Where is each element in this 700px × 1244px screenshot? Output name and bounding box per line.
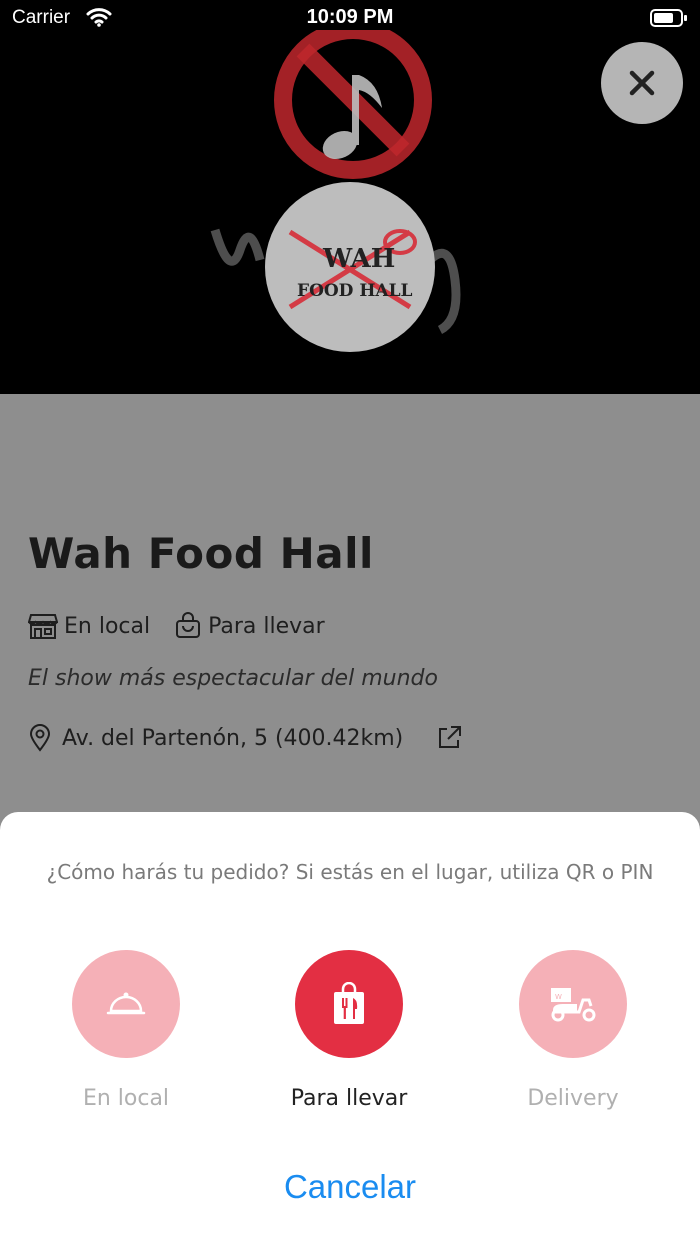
- hero-banner: WAH FOOD HALL: [0, 0, 700, 394]
- option-circle[interactable]: [72, 950, 180, 1058]
- sheet-prompt: ¿Cómo harás tu pedido? Si estás en el lu…: [46, 860, 654, 884]
- close-button[interactable]: [601, 42, 683, 124]
- mode-en-local: En local: [28, 612, 150, 640]
- close-icon: [629, 70, 655, 96]
- takeaway-bag-icon: [334, 982, 364, 1024]
- location-pin-icon: [29, 724, 51, 752]
- shopping-bag-icon: [176, 612, 201, 638]
- mode-para-llevar: Para llevar: [174, 612, 325, 640]
- delivery-scooter-icon: W: [551, 988, 596, 1022]
- option-circle[interactable]: W: [519, 950, 627, 1058]
- battery-icon: [650, 8, 688, 33]
- order-mode-sheet: ¿Cómo harás tu pedido? Si estás en el lu…: [0, 812, 700, 1244]
- external-link-icon[interactable]: [435, 724, 463, 752]
- mode-label: Para llevar: [208, 613, 325, 639]
- option-delivery[interactable]: W Delivery: [483, 950, 663, 1111]
- restaurant-slogan: El show más espectacular del mundo: [28, 666, 438, 691]
- cancel-button[interactable]: Cancelar: [0, 1168, 700, 1206]
- service-modes: En local Para llevar: [28, 612, 349, 640]
- mode-label: En local: [64, 613, 151, 639]
- cloche-icon: [106, 992, 146, 1015]
- option-en-local[interactable]: En local: [36, 950, 216, 1111]
- address-row: Av. del Partenón, 5 (400.42km): [28, 724, 463, 752]
- option-label: Delivery: [527, 1086, 619, 1111]
- storefront-icon: [28, 614, 58, 639]
- restaurant-info: Wah Food Hall En local Para llevar El sh…: [0, 394, 700, 814]
- option-circle[interactable]: [295, 950, 403, 1058]
- option-para-llevar[interactable]: Para llevar: [259, 950, 439, 1111]
- restaurant-logo: WAH FOOD HALL: [265, 182, 435, 352]
- svg-text:W: W: [555, 993, 562, 1001]
- logo-text-wah: WAH: [322, 244, 395, 274]
- restaurant-name: Wah Food Hall: [28, 529, 374, 578]
- status-time: 10:09 PM: [306, 6, 394, 28]
- logo-text-foodhall: FOOD HALL: [297, 281, 413, 301]
- option-label: En local: [82, 1086, 170, 1111]
- status-bar: Carrier 10:09 PM: [0, 0, 700, 36]
- restaurant-address: Av. del Partenón, 5 (400.42km): [62, 725, 404, 751]
- option-label: Para llevar: [290, 1086, 408, 1111]
